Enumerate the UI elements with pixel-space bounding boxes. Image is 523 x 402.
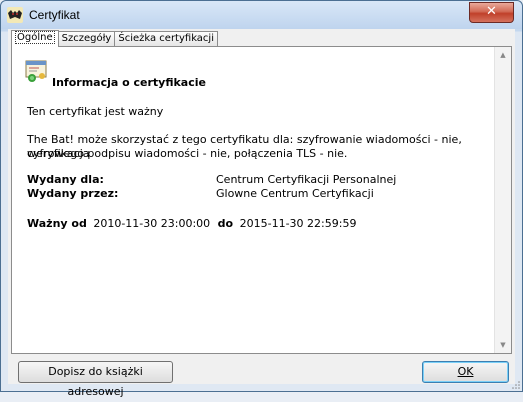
issued-by-label: Wydany przez:: [27, 187, 119, 200]
certificate-icon: [25, 60, 47, 82]
certificate-info-heading: Informacja o certyfikacie: [52, 76, 206, 89]
bat-icon: [7, 7, 23, 23]
tab-general-label: Ogólne: [15, 31, 55, 44]
issued-to-label: Wydany dla:: [27, 173, 104, 186]
certificate-window: Certyfikat ✕ Ogólne Szczegóły Ścieżka ce…: [0, 0, 523, 398]
certificate-status-text: Ten certyfikat jest ważny: [27, 105, 164, 118]
tab-certification-path-label: Ścieżka certyfikacji: [118, 33, 214, 44]
certificate-usage-line-2: cyfrowego podpisu wiadomości - nie, połą…: [27, 147, 348, 160]
tab-details-label: Szczegóły: [61, 33, 112, 44]
general-tab-panel: Informacja o certyfikacie Ten certyfikat…: [11, 46, 512, 354]
dialog-client-area: Ogólne Szczegóły Ścieżka certyfikacji In…: [8, 29, 515, 398]
tab-details[interactable]: Szczegóły: [57, 31, 116, 46]
scroll-down-arrow-icon[interactable]: ▼: [495, 337, 511, 353]
close-icon: ✕: [486, 4, 497, 19]
valid-to-value: 2015-11-30 22:59:59: [239, 217, 357, 230]
valid-from-value: 2010-11-30 23:00:00: [93, 217, 211, 230]
title-bar[interactable]: Certyfikat ✕: [1, 1, 522, 29]
tab-strip: Ogólne Szczegóły Ścieżka certyfikacji: [11, 30, 218, 47]
ok-button-label: OK: [457, 365, 474, 378]
issued-by-value: Glowne Centrum Certyfikacji: [216, 187, 374, 200]
vertical-scrollbar[interactable]: ▲ ▼: [494, 47, 511, 353]
close-button[interactable]: ✕: [469, 2, 514, 23]
tab-general[interactable]: Ogólne: [11, 30, 59, 47]
issued-to-value: Centrum Certyfikacji Personalnej: [216, 173, 397, 186]
add-to-address-book-button[interactable]: Dopisz do książki adresowej: [18, 361, 173, 398]
ok-button[interactable]: OK: [422, 361, 509, 383]
scroll-up-arrow-icon[interactable]: ▲: [495, 47, 511, 63]
tab-certification-path[interactable]: Ścieżka certyfikacji: [114, 31, 218, 46]
valid-to-label: do: [217, 217, 234, 230]
validity-row: Ważny od 2010-11-30 23:00:00 do 2015-11-…: [27, 217, 356, 230]
window-title: Certyfikat: [29, 8, 80, 22]
resize-grip-icon[interactable]: [511, 380, 521, 390]
valid-from-label: Ważny od: [27, 217, 87, 230]
